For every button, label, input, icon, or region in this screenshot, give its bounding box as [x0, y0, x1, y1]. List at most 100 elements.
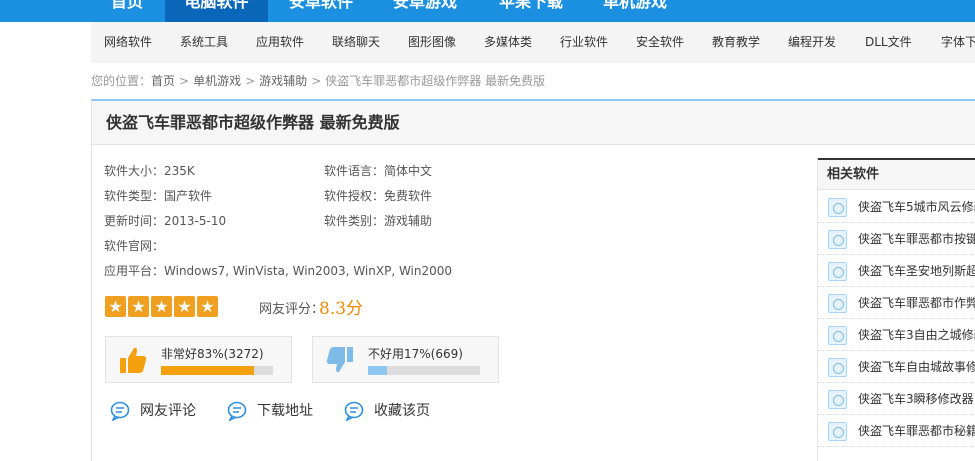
related-item-title[interactable]: 侠盗飞车罪恶都市按键修改器 — [858, 223, 975, 254]
info-official-site: 软件官网： — [104, 237, 164, 254]
breadcrumb-current: 侠盗飞车罪恶都市超级作弊器 最新免费版 — [325, 74, 546, 88]
related-item-title[interactable]: 侠盗飞车自由城故事修改器 — [858, 351, 975, 382]
cat-network[interactable]: 网络软件 — [104, 22, 152, 63]
related-item[interactable]: 侠盗飞车罪恶都市作弊器 — [818, 287, 975, 319]
info-platform-label: 应用平台： — [104, 264, 165, 278]
topnav-apple-download[interactable]: 苹果下载 — [488, 0, 574, 22]
cat-programming[interactable]: 编程开发 — [788, 22, 836, 63]
info-size: 软件大小：235K — [104, 162, 195, 179]
info-category-label: 软件类别： — [324, 214, 385, 228]
info-license: 软件授权：免费软件 — [324, 187, 432, 204]
related-item-title[interactable]: 侠盗飞车3瞬移修改器 — [858, 383, 974, 414]
category-bar: 网络软件 系统工具 应用软件 联络聊天 图形图像 多媒体类 行业软件 安全软件 … — [91, 22, 975, 63]
related-item-title[interactable]: 侠盗飞车5城市风云修改器 — [858, 191, 975, 222]
related-item[interactable]: 侠盗飞车圣安地列斯超级作弊器 — [818, 255, 975, 287]
info-size-label: 软件大小： — [104, 164, 165, 178]
breadcrumb-sep: > — [311, 74, 322, 88]
bookmark-label: 收藏该页 — [374, 403, 430, 419]
cat-fonts[interactable]: 字体下载 — [941, 22, 975, 63]
cat-apps[interactable]: 应用软件 — [256, 22, 304, 63]
info-language: 软件语言：简体中文 — [324, 162, 432, 179]
app-thumbnail-icon — [828, 358, 847, 377]
vote-good-text: 非常好83%(3272) — [161, 347, 264, 361]
cat-graphics[interactable]: 图形图像 — [408, 22, 456, 63]
app-thumbnail-icon — [828, 294, 847, 313]
info-license-value: 免费软件 — [384, 189, 433, 203]
comment-bubble-icon — [110, 401, 130, 421]
breadcrumb-game-helper[interactable]: 游戏辅助 — [259, 74, 307, 88]
topnav-android-games[interactable]: 安卓游戏 — [382, 0, 468, 22]
score-value: 8.3分 — [319, 299, 364, 319]
comment-bubble-icon — [344, 401, 364, 421]
vote-bad-button[interactable]: 不好用17%(669) — [312, 336, 499, 383]
breadcrumb-sep: > — [245, 74, 256, 88]
info-updated-label: 更新时间： — [104, 214, 165, 228]
related-item[interactable]: 侠盗飞车罪恶都市秘籍 — [818, 415, 975, 447]
star-icon — [105, 296, 126, 317]
star-icon — [128, 296, 149, 317]
info-type-value: 国产软件 — [164, 189, 213, 203]
comments-label: 网友评论 — [140, 403, 196, 419]
related-software: 相关软件 侠盗飞车5城市风云修改器 侠盗飞车罪恶都市按键修改器 侠盗飞车圣安地列… — [817, 158, 975, 461]
cat-chat[interactable]: 联络聊天 — [332, 22, 380, 63]
cat-multimedia[interactable]: 多媒体类 — [484, 22, 532, 63]
related-item-title[interactable]: 侠盗飞车3自由之城修改器 — [858, 319, 975, 350]
cat-dll[interactable]: DLL文件 — [865, 22, 912, 63]
vote-bad-fill — [368, 366, 388, 375]
panel-header: 侠盗飞车罪恶都市超级作弊器 最新免费版 — [92, 101, 975, 145]
info-updated: 更新时间：2013-5-10 — [104, 212, 226, 229]
topnav-standalone-games[interactable]: 单机游戏 — [592, 0, 678, 22]
info-platform-value: Windows7, WinVista, Win2003, WinXP, Win2… — [164, 264, 453, 278]
info-language-label: 软件语言： — [324, 164, 385, 178]
star-icon — [151, 296, 172, 317]
related-item[interactable]: 侠盗飞车自由城故事修改器 — [818, 351, 975, 383]
vote-good-button[interactable]: 非常好83%(3272) — [105, 336, 292, 383]
vote-bad-text: 不好用17%(669) — [368, 347, 463, 361]
app-thumbnail-icon — [828, 390, 847, 409]
breadcrumb-prefix: 您的位置： — [91, 74, 152, 88]
app-thumbnail-icon — [828, 230, 847, 249]
cat-system[interactable]: 系统工具 — [180, 22, 228, 63]
thumbs-down-icon — [326, 347, 353, 373]
related-item-title[interactable]: 侠盗飞车圣安地列斯超级作弊器 — [858, 255, 975, 286]
info-platform: 应用平台：Windows7, WinVista, Win2003, WinXP,… — [104, 262, 452, 279]
app-thumbnail-icon — [828, 326, 847, 345]
breadcrumb-standalone-games[interactable]: 单机游戏 — [193, 74, 241, 88]
related-item-title[interactable]: 侠盗飞车罪恶都市作弊器 — [858, 287, 975, 318]
info-category: 软件类别：游戏辅助 — [324, 212, 432, 229]
related-item[interactable]: 侠盗飞车3自由之城修改器 — [818, 319, 975, 351]
star-icon — [174, 296, 195, 317]
cat-security[interactable]: 安全软件 — [636, 22, 684, 63]
info-category-value: 游戏辅助 — [384, 214, 433, 228]
info-type: 软件类型：国产软件 — [104, 187, 212, 204]
cat-education[interactable]: 教育教学 — [712, 22, 760, 63]
app-thumbnail-icon — [828, 422, 847, 441]
topnav-home[interactable]: 首页 — [99, 0, 155, 22]
related-item[interactable]: 侠盗飞车3瞬移修改器 — [818, 383, 975, 415]
breadcrumb-sep: > — [179, 74, 190, 88]
related-item[interactable]: 侠盗飞车罪恶都市按键修改器 — [818, 223, 975, 255]
related-item[interactable]: 侠盗飞车5城市风云修改器 — [818, 191, 975, 223]
related-item-title[interactable]: 侠盗飞车罪恶都市秘籍 — [858, 415, 975, 446]
score-label: 网友评分： — [259, 302, 325, 317]
breadcrumb-home[interactable]: 首页 — [151, 74, 175, 88]
thumbs-up-icon — [120, 347, 147, 373]
topnav-pc-software[interactable]: 电脑软件 — [165, 0, 268, 22]
related-title: 相关软件 — [827, 167, 880, 182]
download-label: 下载地址 — [257, 403, 313, 419]
top-nav: 首页 电脑软件 安卓软件 安卓游戏 苹果下载 单机游戏 — [0, 0, 975, 22]
info-updated-value: 2013-5-10 — [164, 214, 227, 228]
cat-industry[interactable]: 行业软件 — [560, 22, 608, 63]
vote-good-bar — [161, 366, 273, 375]
star-icon — [197, 296, 218, 317]
info-official-site-label: 软件官网： — [104, 239, 165, 253]
related-header: 相关软件 — [818, 158, 975, 190]
topnav-android-software[interactable]: 安卓软件 — [278, 0, 364, 22]
app-thumbnail-icon — [828, 262, 847, 281]
info-language-value: 简体中文 — [384, 164, 433, 178]
info-license-label: 软件授权： — [324, 189, 385, 203]
vote-bad-bar — [368, 366, 480, 375]
app-thumbnail-icon — [828, 198, 847, 217]
info-size-value: 235K — [164, 164, 195, 178]
vote-good-fill — [161, 366, 254, 375]
